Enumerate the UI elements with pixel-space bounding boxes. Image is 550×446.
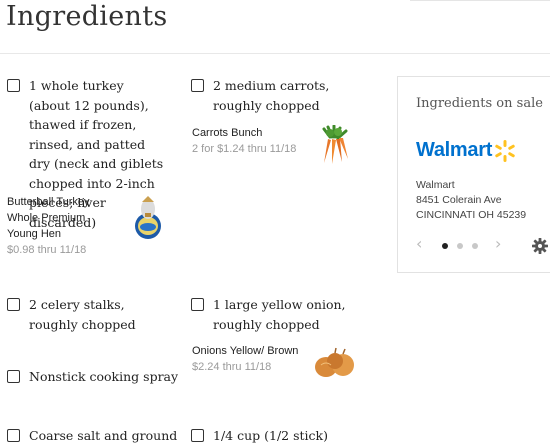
ingredients-on-sale-card: Ingredients on sale Walmart Walmart 8451… xyxy=(397,76,550,273)
store-name: Walmart xyxy=(416,179,455,191)
store-city: CINCINNATI OH 45239 xyxy=(416,209,527,221)
carousel-dot[interactable] xyxy=(472,243,478,249)
top-divider xyxy=(410,0,550,1)
deal-item[interactable]: Carrots Bunch 2 for $1.24 thru 11/18 xyxy=(192,125,322,157)
deal-item[interactable]: Butterball Turkey Whole Premium Young He… xyxy=(7,194,117,258)
deal-name: Carrots Bunch xyxy=(192,127,263,139)
ingredient-text: 2 celery stalks, roughly chopped xyxy=(29,297,136,332)
carousel-next-icon[interactable]: › xyxy=(495,235,501,253)
deal-price: $0.98 thru 11/18 xyxy=(7,244,87,256)
ingredient-item[interactable]: Coarse salt and ground xyxy=(7,426,187,446)
ingredient-item[interactable]: 2 celery stalks, roughly chopped xyxy=(7,295,167,334)
carousel-dot[interactable] xyxy=(457,243,463,249)
ingredient-item[interactable]: 1 large yellow onion, roughly chopped xyxy=(191,295,351,334)
ingredient-item[interactable]: 1/4 cup (1/2 stick) xyxy=(191,426,371,446)
ingredient-checkbox[interactable] xyxy=(191,79,204,92)
ingredient-text: 1/4 cup (1/2 stick) xyxy=(213,428,328,443)
carousel-dots xyxy=(442,243,478,249)
ingredient-checkbox[interactable] xyxy=(191,429,204,442)
ingredient-text: 1 large yellow onion, roughly chopped xyxy=(213,297,346,332)
walmart-spark-icon xyxy=(495,139,515,162)
carousel-dot[interactable] xyxy=(442,243,448,249)
deal-name: Butterball Turkey Whole Premium Young He… xyxy=(7,196,90,240)
walmart-logo[interactable]: Walmart xyxy=(416,139,516,162)
gear-icon[interactable] xyxy=(532,238,548,254)
ingredient-checkbox[interactable] xyxy=(7,429,20,442)
ingredient-item[interactable]: 2 medium carrots, roughly chopped xyxy=(191,76,351,115)
ingredient-checkbox[interactable] xyxy=(191,298,204,311)
deal-price: 2 for $1.24 thru 11/18 xyxy=(192,143,297,155)
carrots-icon xyxy=(322,125,348,164)
ingredient-item[interactable]: Nonstick cooking spray xyxy=(7,367,187,387)
ingredient-text: Nonstick cooking spray xyxy=(29,369,179,384)
ingredient-checkbox[interactable] xyxy=(7,370,20,383)
ingredients-heading: Ingredients xyxy=(6,1,168,32)
store-info: Walmart 8451 Colerain Ave CINCINNATI OH … xyxy=(416,178,526,223)
deal-price: $2.24 thru 11/18 xyxy=(192,361,272,373)
store-address: 8451 Colerain Ave xyxy=(416,194,502,206)
walmart-logo-text: Walmart xyxy=(416,139,493,161)
ingredient-text: 2 medium carrots, roughly chopped xyxy=(213,78,330,113)
deal-item[interactable]: Onions Yellow/ Brown $2.24 thru 11/18 xyxy=(192,343,322,375)
ingredient-checkbox[interactable] xyxy=(7,79,20,92)
sale-card-title: Ingredients on sale xyxy=(416,96,543,111)
deal-name: Onions Yellow/ Brown xyxy=(192,345,299,357)
heading-divider xyxy=(0,53,550,54)
ingredient-text: Coarse salt and ground xyxy=(29,428,178,443)
turkey-package-icon xyxy=(135,196,161,239)
onions-icon xyxy=(315,347,354,377)
ingredient-checkbox[interactable] xyxy=(7,298,20,311)
carousel-prev-icon[interactable]: ‹ xyxy=(416,235,422,253)
